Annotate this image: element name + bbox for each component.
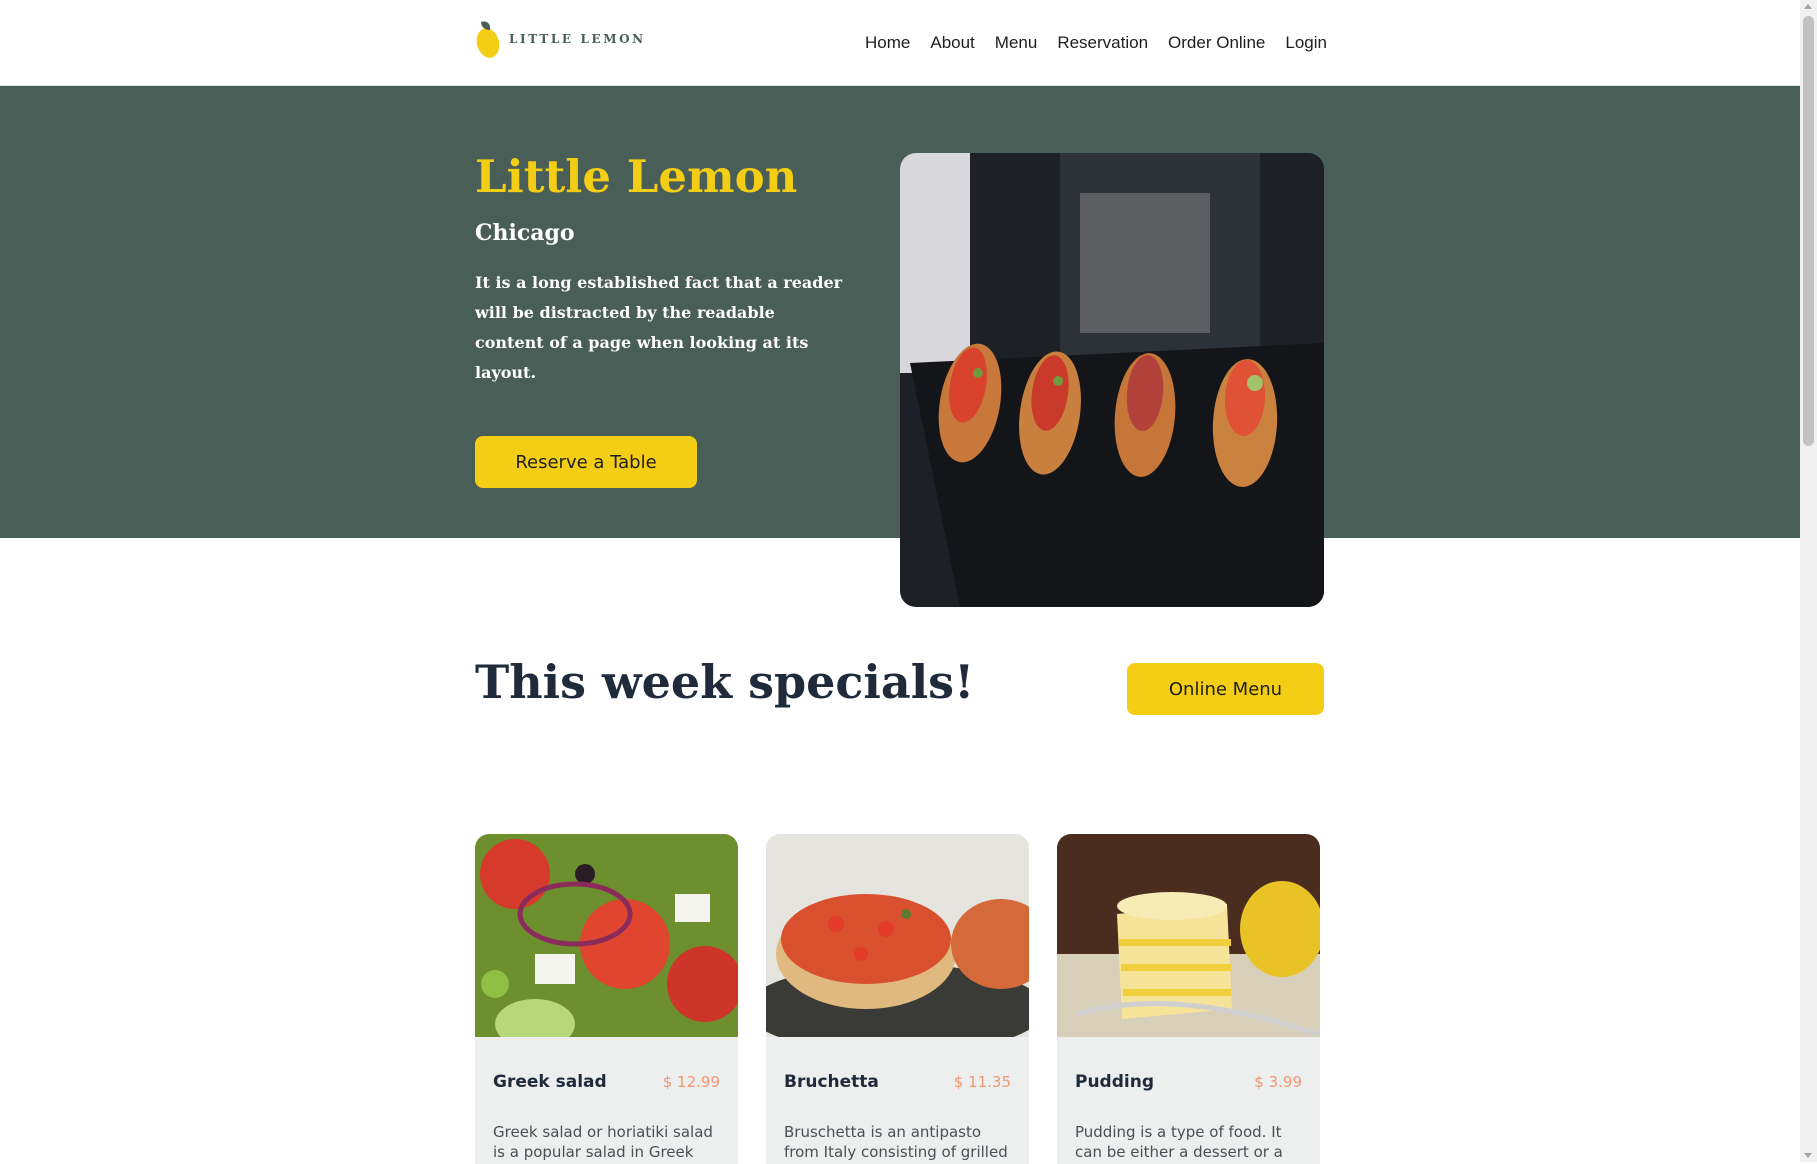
card-description: Greek salad or horiatiki salad is a popu… (493, 1123, 713, 1161)
card-price: $ 11.35 (953, 1073, 1011, 1091)
specials-title: This week specials! (475, 655, 975, 709)
pudding-image (1057, 834, 1320, 1037)
hero-description: It is a long established fact that a rea… (475, 273, 843, 382)
nav-link-menu[interactable]: Menu (995, 33, 1038, 53)
bruschetta-platter-image (900, 153, 1324, 607)
card-description: Bruschetta is an antipasto from Italy co… (784, 1123, 1008, 1161)
online-menu-button[interactable]: Online Menu (1127, 663, 1324, 715)
hero-subtitle: Chicago (475, 220, 575, 246)
card-price: $ 12.99 (662, 1073, 720, 1091)
card-price: $ 3.99 (1254, 1073, 1302, 1091)
card-header: Greek salad $ 12.99 (493, 1072, 720, 1092)
special-card-pudding[interactable]: Pudding $ 3.99 Pudding is a type of food… (1057, 834, 1320, 1164)
card-title: Bruchetta (784, 1072, 879, 1092)
lemon-logo-icon (476, 21, 500, 58)
nav-link-reservation[interactable]: Reservation (1057, 33, 1148, 53)
card-title: Pudding (1075, 1072, 1154, 1092)
scroll-down-arrow-icon[interactable] (1804, 1153, 1812, 1158)
special-card-bruchetta[interactable]: Bruchetta $ 11.35 Bruschetta is an antip… (766, 834, 1029, 1164)
logo[interactable]: LITTLE LEMON (475, 18, 646, 60)
logo-text: LITTLE LEMON (509, 32, 646, 46)
hero-image (900, 153, 1324, 607)
nav-link-login[interactable]: Login (1285, 33, 1327, 53)
reserve-table-button[interactable]: Reserve a Table (475, 436, 697, 488)
top-navbar: LITTLE LEMON Home About Menu Reservation… (0, 0, 1800, 86)
nav-link-home[interactable]: Home (865, 33, 910, 53)
card-description: Pudding is a type of food. It can be eit… (1075, 1123, 1283, 1161)
scrollbar-thumb[interactable] (1803, 16, 1814, 446)
card-title: Greek salad (493, 1072, 607, 1092)
hero-title: Little Lemon (475, 150, 798, 203)
bruchetta-image (766, 834, 1029, 1054)
greek-salad-image (475, 834, 738, 1049)
nav-links: Home About Menu Reservation Order Online… (865, 33, 1327, 53)
nav-link-about[interactable]: About (930, 33, 974, 53)
nav-link-order-online[interactable]: Order Online (1168, 33, 1265, 53)
special-card-greek-salad[interactable]: Greek salad $ 12.99 Greek salad or horia… (475, 834, 738, 1164)
card-header: Pudding $ 3.99 (1075, 1072, 1302, 1092)
scroll-up-arrow-icon[interactable] (1804, 4, 1812, 9)
card-header: Bruchetta $ 11.35 (784, 1072, 1011, 1092)
vertical-scrollbar[interactable] (1800, 0, 1817, 1162)
